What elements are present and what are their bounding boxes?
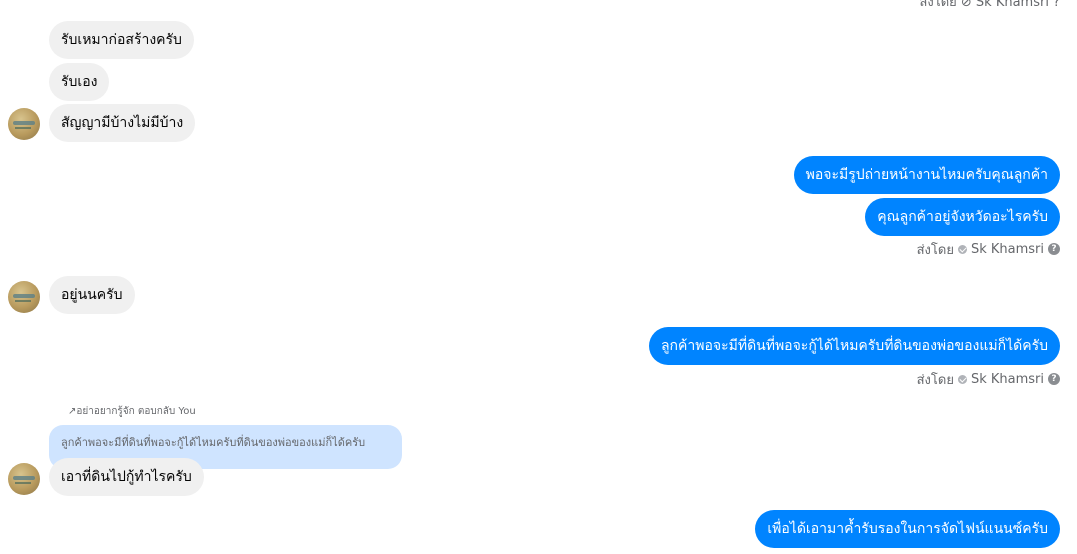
sent-by-meta: ส่งโดย Sk Khamsri ? <box>917 370 1060 388</box>
incoming-message[interactable]: เอาที่ดินไปกู้ทำไรครับ <box>49 458 204 496</box>
sent-check-icon <box>957 374 967 384</box>
contact-avatar[interactable] <box>8 281 40 313</box>
outgoing-message[interactable]: คุณลูกค้าอยู่จังหวัดอะไรครับ <box>865 198 1060 236</box>
incoming-message[interactable]: รับเอง <box>49 63 110 101</box>
incoming-message[interactable]: อยู่นนครับ <box>49 276 135 314</box>
sender-name: Sk Khamsri <box>970 371 1044 387</box>
contact-avatar[interactable] <box>8 463 40 495</box>
sent-by-meta-top: ส่งโดย ⊘ Sk Khamsri ? <box>919 0 1060 10</box>
outgoing-message[interactable]: ลูกค้าพอจะมีที่ดินที่พอจะกู้ได้ไหมครับที… <box>648 327 1060 365</box>
sent-by-meta: ส่งโดย Sk Khamsri ? <box>917 240 1060 258</box>
incoming-message[interactable]: สัญญามีบ้างไม่มีบ้าง <box>49 104 196 142</box>
outgoing-message[interactable]: เพื่อได้เอามาค้ำรับรองในการจัดไฟน์แนนซ์ค… <box>755 510 1060 548</box>
help-icon[interactable]: ? <box>1048 243 1060 255</box>
sent-by-label: ส่งโดย <box>916 242 954 258</box>
sender-name: Sk Khamsri <box>970 241 1044 257</box>
reply-label: ↗อย่าอยากรู้จัก ตอบกลับ You <box>68 404 196 419</box>
sent-by-label: ส่งโดย <box>916 372 954 388</box>
reply-label-text: อย่าอยากรู้จัก ตอบกลับ You <box>76 406 196 417</box>
contact-avatar[interactable] <box>8 108 40 140</box>
help-icon[interactable]: ? <box>1048 373 1060 385</box>
incoming-message[interactable]: รับเหมาก่อสร้างครับ <box>49 21 194 59</box>
outgoing-message[interactable]: พอจะมีรูปถ่ายหน้างานไหมครับคุณลูกค้า <box>793 156 1060 194</box>
sent-check-icon <box>957 244 967 254</box>
